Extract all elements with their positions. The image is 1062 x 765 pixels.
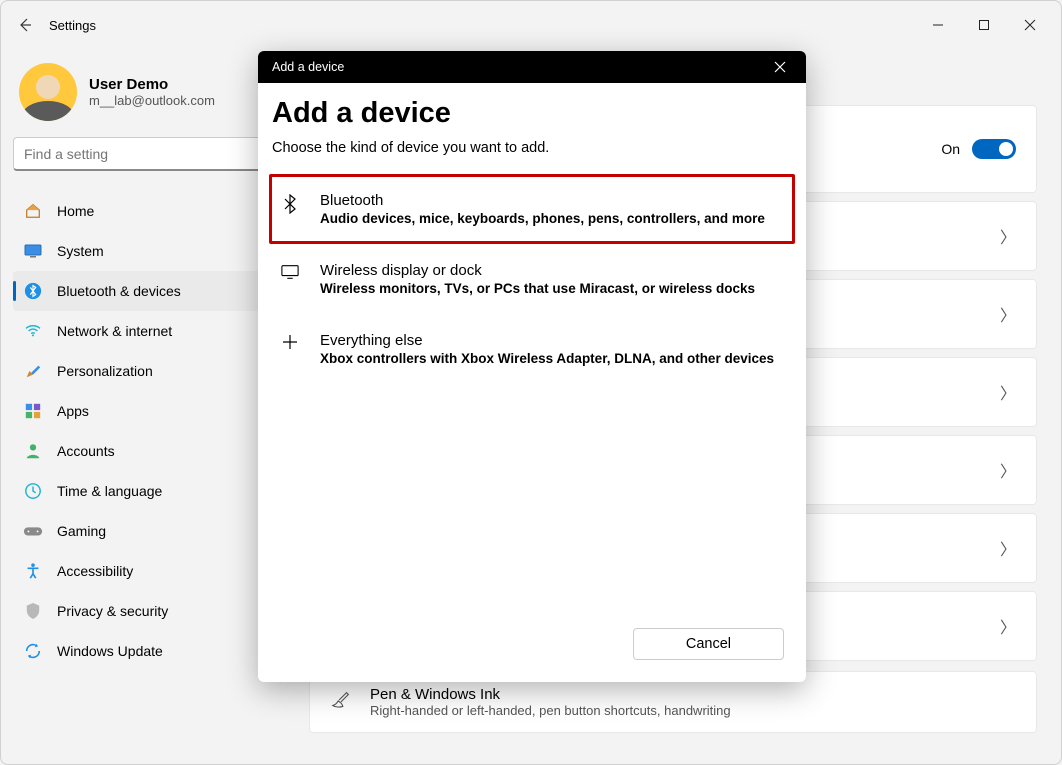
app-title: Settings [49, 18, 96, 33]
clock-icon [23, 481, 43, 501]
minimize-button[interactable] [915, 9, 961, 41]
bluetooth-icon [23, 281, 43, 301]
sidebar-item-network[interactable]: Network & internet [13, 311, 289, 351]
profile-email: m__lab@outlook.com [89, 93, 215, 108]
modal-title: Add a device [272, 97, 792, 130]
bluetooth-toggle[interactable] [972, 139, 1016, 159]
wifi-icon [23, 321, 43, 341]
avatar [19, 63, 77, 121]
sidebar-item-label: Home [57, 203, 94, 219]
update-icon [23, 641, 43, 661]
option-everything-else[interactable]: Everything else Xbox controllers with Xb… [272, 314, 792, 384]
sidebar-item-system[interactable]: System [13, 231, 289, 271]
titlebar: Settings [1, 1, 1061, 49]
chevron-right-icon: 〉 [1000, 380, 1016, 404]
sidebar-item-label: Time & language [57, 483, 162, 499]
modal-subtitle: Choose the kind of device you want to ad… [272, 140, 792, 156]
modal-close-button[interactable] [768, 55, 792, 79]
option-subtitle: Xbox controllers with Xbox Wireless Adap… [320, 351, 774, 366]
modal-header: Add a device [258, 51, 806, 83]
chevron-right-icon: 〉 [1000, 614, 1016, 638]
shield-icon [23, 601, 43, 621]
sidebar-item-home[interactable]: Home [13, 191, 289, 231]
sidebar-item-label: Accessibility [57, 563, 133, 579]
maximize-button[interactable] [961, 9, 1007, 41]
option-bluetooth[interactable]: Bluetooth Audio devices, mice, keyboards… [269, 174, 795, 244]
chevron-right-icon: 〉 [1000, 536, 1016, 560]
sidebar-item-label: Apps [57, 403, 89, 419]
sidebar-item-accessibility[interactable]: Accessibility [13, 551, 289, 591]
sidebar-item-label: Windows Update [57, 643, 163, 659]
option-title: Wireless display or dock [320, 262, 755, 279]
option-subtitle: Wireless monitors, TVs, or PCs that use … [320, 281, 755, 296]
sidebar-item-accounts[interactable]: Accounts [13, 431, 289, 471]
cancel-button[interactable]: Cancel [633, 628, 784, 660]
sidebar-item-bluetooth-devices[interactable]: Bluetooth & devices [13, 271, 289, 311]
profile-block[interactable]: User Demo m__lab@outlook.com [13, 57, 289, 137]
home-icon [23, 201, 43, 221]
option-wireless-display[interactable]: Wireless display or dock Wireless monito… [272, 244, 792, 314]
monitor-icon [280, 264, 300, 280]
sidebar-item-label: Bluetooth & devices [57, 283, 181, 299]
close-button[interactable] [1007, 9, 1053, 41]
accessibility-icon [23, 561, 43, 581]
gamepad-icon [23, 521, 43, 541]
brush-icon [23, 361, 43, 381]
sidebar-item-privacy[interactable]: Privacy & security [13, 591, 289, 631]
option-title: Everything else [320, 332, 774, 349]
sidebar-item-windows-update[interactable]: Windows Update [13, 631, 289, 671]
chevron-right-icon: 〉 [1000, 224, 1016, 248]
sidebar-item-label: Gaming [57, 523, 106, 539]
chevron-right-icon: 〉 [1000, 302, 1016, 326]
sidebar-item-label: Accounts [57, 443, 115, 459]
pen-subtitle: Right-handed or left-handed, pen button … [370, 703, 731, 718]
option-title: Bluetooth [320, 192, 765, 209]
sidebar-item-gaming[interactable]: Gaming [13, 511, 289, 551]
add-device-modal: Add a device Add a device Choose the kin… [258, 51, 806, 682]
sidebar-item-label: Privacy & security [57, 603, 168, 619]
apps-icon [23, 401, 43, 421]
plus-icon [280, 334, 300, 350]
back-button[interactable] [9, 9, 41, 41]
modal-header-title: Add a device [272, 60, 344, 74]
chevron-right-icon: 〉 [1000, 458, 1016, 482]
nav-list: Home System Bluetooth & devices Network … [13, 191, 289, 671]
toggle-label: On [941, 141, 960, 157]
window-controls [915, 9, 1053, 41]
pen-title: Pen & Windows Ink [370, 686, 731, 703]
close-icon [774, 61, 786, 73]
bluetooth-icon [280, 194, 300, 214]
sidebar-item-time-language[interactable]: Time & language [13, 471, 289, 511]
back-arrow-icon [17, 17, 33, 33]
person-icon [23, 441, 43, 461]
sidebar-item-apps[interactable]: Apps [13, 391, 289, 431]
profile-name: User Demo [89, 76, 215, 93]
modal-footer: Cancel [258, 616, 806, 682]
modal-body: Add a device Choose the kind of device y… [258, 83, 806, 616]
pen-icon [330, 689, 352, 716]
sidebar-item-label: Personalization [57, 363, 153, 379]
system-icon [23, 241, 43, 261]
search-input[interactable] [13, 137, 289, 171]
sidebar-item-personalization[interactable]: Personalization [13, 351, 289, 391]
option-subtitle: Audio devices, mice, keyboards, phones, … [320, 211, 765, 226]
sidebar: User Demo m__lab@outlook.com Home System… [1, 49, 301, 764]
sidebar-item-label: System [57, 243, 104, 259]
sidebar-item-label: Network & internet [57, 323, 172, 339]
